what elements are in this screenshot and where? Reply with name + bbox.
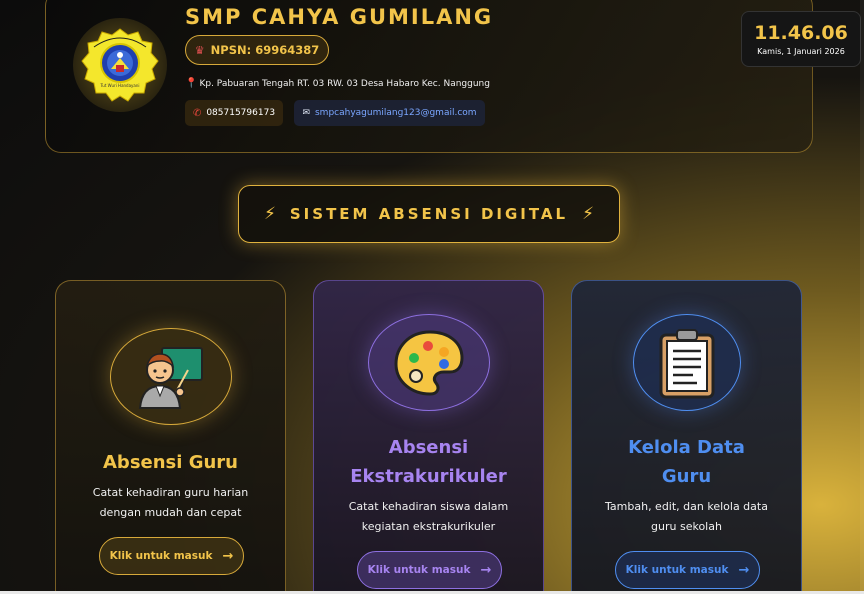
school-emblem-icon: Tut Wuri Handayani	[81, 28, 159, 102]
phone-icon: ✆	[192, 107, 202, 119]
arrow-right-icon: →	[222, 548, 234, 564]
scrollbar-track[interactable]	[860, 0, 864, 594]
card-title: Absensi	[388, 437, 469, 458]
card-title: Ekstrakurikuler	[350, 466, 507, 487]
building-icon: ♛	[194, 43, 205, 57]
card-description: guru sekolah	[651, 520, 722, 533]
enter-button-kelola-guru[interactable]: Klik untuk masuk →	[615, 551, 760, 589]
clock-time: 11.46.06	[754, 22, 848, 45]
school-name: SMP CAHYA GUMILANG	[185, 5, 494, 29]
npsn-badge: ♛ NPSN: 69964387	[185, 35, 329, 65]
card-title: Kelola Data	[628, 437, 745, 458]
button-label: Klik untuk masuk	[625, 564, 729, 576]
card-description: kegiatan ekstrakurikuler	[361, 520, 496, 533]
card-description: Catat kehadiran siswa dalam	[348, 500, 509, 513]
phone-contact[interactable]: ✆ 085715796173	[185, 100, 283, 126]
school-logo: Tut Wuri Handayani	[73, 18, 167, 112]
arrow-right-icon: →	[738, 562, 750, 578]
pin-icon: 📍	[185, 78, 198, 89]
enter-button-ekstrakurikuler[interactable]: Klik untuk masuk →	[357, 551, 502, 589]
card-title: Absensi Guru	[103, 452, 238, 473]
system-title-banner: ⚡︎ SISTEM ABSENSI DIGITAL ⚡︎	[238, 185, 620, 243]
enter-button-guru[interactable]: Klik untuk masuk →	[99, 537, 244, 575]
digital-clock: 11.46.06 Kamis, 1 Januari 2026	[741, 11, 861, 67]
svg-text:Tut Wuri Handayani: Tut Wuri Handayani	[99, 83, 139, 88]
email-contact[interactable]: ✉ smpcahyagumilang123@gmail.com	[294, 100, 485, 126]
clipboard-icon	[659, 328, 715, 398]
button-label: Klik untuk masuk	[367, 564, 471, 576]
arrow-right-icon: →	[480, 562, 492, 578]
button-label: Klik untuk masuk	[109, 550, 213, 562]
system-title: SISTEM ABSENSI DIGITAL	[289, 205, 569, 223]
email-text: smpcahyagumilang123@gmail.com	[314, 108, 477, 118]
clock-date: Kamis, 1 Januari 2026	[757, 46, 845, 56]
card-absensi-ekstrakurikuler[interactable]: Absensi Ekstrakurikuler Catat kehadiran …	[313, 280, 544, 594]
icon-badge	[633, 314, 741, 411]
icon-badge	[110, 328, 232, 425]
card-description: Tambah, edit, dan kelola data	[605, 500, 768, 513]
mail-icon: ✉	[302, 108, 310, 118]
lightning-icon: ⚡︎	[263, 204, 276, 224]
icon-badge	[368, 314, 490, 411]
npsn-text: NPSN: 69964387	[210, 43, 320, 57]
school-address: 📍 Kp. Pabuaran Tengah RT. 03 RW. 03 Desa…	[185, 78, 490, 89]
card-title: Guru	[661, 466, 712, 487]
palette-icon	[394, 329, 464, 396]
card-kelola-data-guru[interactable]: Kelola Data Guru Tambah, edit, dan kelol…	[571, 280, 802, 594]
card-description: Catat kehadiran guru harian	[92, 486, 249, 499]
card-absensi-guru[interactable]: Absensi Guru Catat kehadiran guru harian…	[55, 280, 286, 594]
address-text: Kp. Pabuaran Tengah RT. 03 RW. 03 Desa H…	[199, 78, 490, 89]
phone-text: 085715796173	[206, 108, 276, 118]
lightning-icon: ⚡︎	[582, 204, 595, 224]
card-description: dengan mudah dan cepat	[99, 506, 242, 519]
teacher-icon	[138, 346, 203, 409]
